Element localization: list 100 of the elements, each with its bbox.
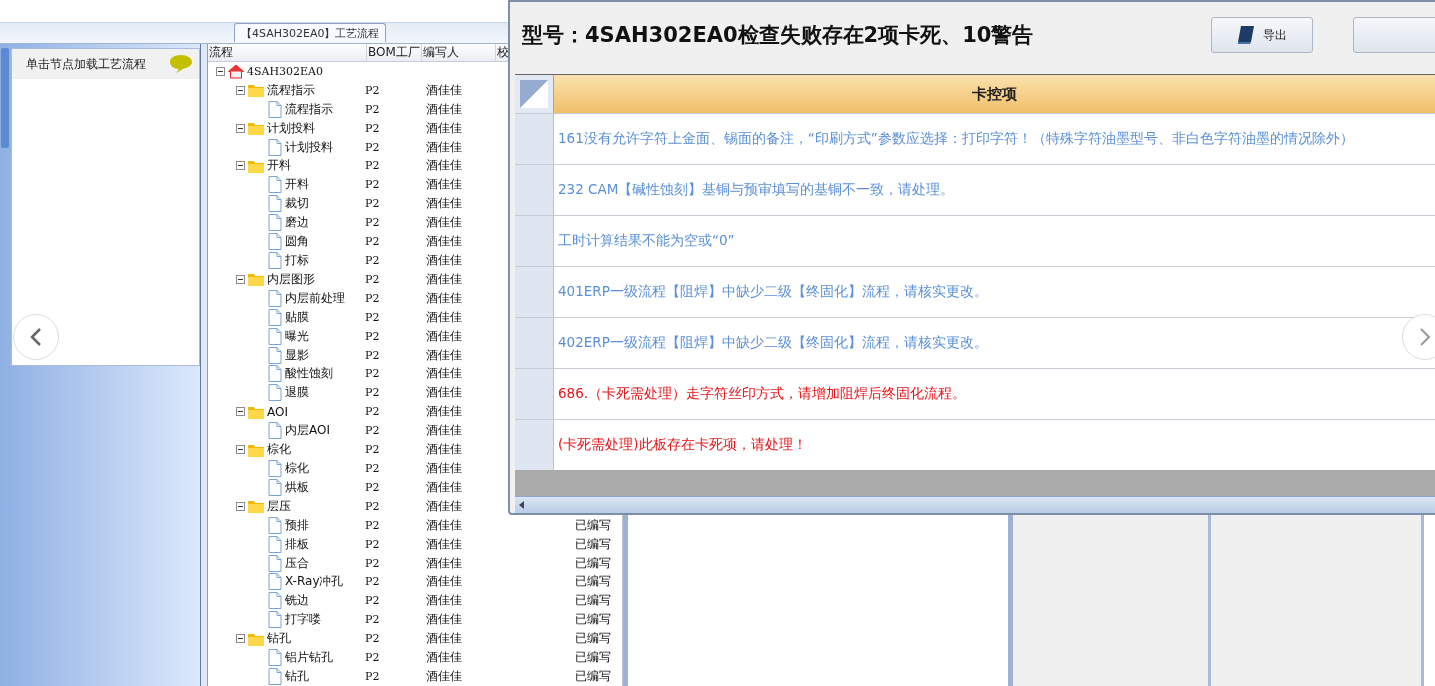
tree-node-label[interactable]: 烘板	[285, 478, 309, 496]
collapse-icon[interactable]	[236, 407, 245, 417]
bom-plant-cell: P2	[365, 159, 380, 173]
collapse-icon[interactable]	[236, 123, 245, 133]
status-cell: 已编写	[575, 516, 611, 534]
tree-node-label[interactable]: 贴膜	[285, 308, 309, 326]
row-header[interactable]	[515, 318, 554, 368]
select-all-corner-icon[interactable]	[519, 79, 549, 109]
bom-plant-cell: P2	[365, 235, 380, 249]
bom-plant-cell: P2	[365, 499, 380, 513]
bom-plant-cell: P2	[365, 254, 380, 267]
document-icon	[268, 478, 282, 496]
document-icon	[268, 649, 282, 667]
bom-plant-cell: P2	[365, 462, 380, 475]
toolbar-button[interactable]	[1353, 17, 1435, 53]
tree-node-label[interactable]: AOI	[267, 404, 288, 419]
author-cell: 酒佳佳	[426, 403, 462, 421]
author-cell: 酒佳佳	[426, 270, 462, 288]
folder-icon	[248, 404, 264, 419]
document-icon	[268, 308, 282, 326]
tree-node-label[interactable]: 圆角	[285, 233, 309, 251]
collapse-icon[interactable]	[216, 66, 225, 76]
row-header[interactable]	[515, 165, 554, 215]
export-button[interactable]: 导出	[1211, 17, 1314, 53]
tree-node-label[interactable]: 退膜	[285, 384, 309, 402]
author-cell: 酒佳佳	[426, 289, 462, 307]
tree-node-label[interactable]: 显影	[285, 346, 309, 364]
collapse-icon[interactable]	[236, 634, 245, 644]
tree-node-label[interactable]: 内层前处理	[285, 289, 345, 307]
folder-icon	[248, 442, 264, 457]
tree-node-label[interactable]: 4SAH302EA0	[247, 64, 324, 78]
tree-node-label[interactable]: 计划投料	[285, 138, 333, 156]
tree-node-label[interactable]: 流程指示	[267, 81, 315, 99]
document-icon	[268, 592, 282, 610]
status-cell: 已编写	[575, 667, 611, 685]
bom-plant-cell: P2	[365, 405, 380, 419]
side-panel-title: 单击节点加载工艺流程	[25, 55, 146, 73]
tree-node-label[interactable]: 排板	[285, 535, 309, 553]
folder-icon	[248, 83, 264, 98]
tree-node-label[interactable]: 流程指示	[285, 100, 333, 118]
tree-node-label[interactable]: 棕化	[267, 441, 291, 459]
author-cell: 酒佳佳	[426, 252, 462, 269]
row-header[interactable]	[515, 369, 554, 419]
check-item-cell: 232 CAM【碱性蚀刻】基铜与预审填写的基铜不一致，请处理。	[554, 165, 1435, 215]
splitter[interactable]	[201, 44, 208, 686]
tree-node-label[interactable]: 层压	[267, 497, 291, 515]
tree-node-label[interactable]: 铝片钻孔	[285, 649, 333, 667]
tree-node-label[interactable]: 开料	[285, 176, 309, 194]
tree-node-label[interactable]: 预排	[285, 516, 309, 534]
tree-node-label[interactable]: 内层图形	[267, 270, 315, 288]
bom-plant-cell: P2	[365, 594, 380, 608]
column-header[interactable]: 卡控项	[554, 75, 1435, 113]
tree-node-label[interactable]: 钻孔	[267, 630, 291, 648]
tree-node-label[interactable]: 铣边	[285, 592, 309, 610]
bom-plant-cell: P2	[365, 632, 380, 646]
author-cell: 酒佳佳	[426, 649, 462, 667]
tree-node-label[interactable]: 裁切	[285, 195, 309, 213]
bom-plant-cell: P2	[365, 348, 380, 362]
bom-plant-cell: P2	[365, 329, 380, 343]
bom-plant-cell: P2	[365, 669, 380, 683]
author-cell: 酒佳佳	[426, 516, 462, 534]
collapse-icon[interactable]	[236, 161, 245, 171]
document-icon	[268, 535, 282, 553]
collapse-icon[interactable]	[236, 501, 245, 511]
author-cell: 酒佳佳	[426, 119, 462, 137]
tree-node-label[interactable]: 内层AOI	[285, 422, 330, 440]
row-header[interactable]	[515, 420, 554, 470]
author-cell: 酒佳佳	[426, 233, 462, 251]
collapse-icon[interactable]	[236, 85, 245, 95]
dialog-title: 型号：4SAH302EA0检查失败存在2项卡死、10警告	[522, 22, 1034, 49]
tree-node-label[interactable]: 压合	[285, 554, 309, 572]
tree-node-label[interactable]: 开料	[267, 157, 291, 175]
tree-node-label[interactable]: 打标	[285, 252, 309, 269]
tree-node-label[interactable]: 计划投料	[267, 119, 315, 137]
row-header[interactable]	[515, 114, 554, 164]
column-header[interactable]: 流程	[208, 44, 367, 61]
tree-node-label[interactable]: 钻孔	[285, 667, 309, 685]
author-cell: 酒佳佳	[426, 346, 462, 364]
tree-node-label[interactable]: 曝光	[285, 327, 309, 345]
status-cell: 已编写	[575, 535, 611, 553]
author-cell: 酒佳佳	[426, 365, 462, 383]
column-header[interactable]: 编写人	[422, 44, 496, 61]
tree-node-label[interactable]: 磨边	[285, 214, 309, 232]
author-cell: 酒佳佳	[426, 176, 462, 194]
tree-node-label[interactable]: X-Ray冲孔	[285, 573, 344, 591]
tree-node-label[interactable]: 打字喽	[285, 611, 321, 629]
document-icon	[268, 346, 282, 364]
document-icon	[268, 327, 282, 345]
horizontal-scrollbar[interactable]	[515, 496, 1435, 513]
column-header[interactable]: BOM工厂	[367, 44, 422, 61]
tree-node-label[interactable]: 棕化	[285, 460, 309, 477]
collapse-icon[interactable]	[236, 274, 245, 284]
tree-node-label[interactable]: 酸性蚀刻	[285, 365, 333, 383]
bom-plant-cell: P2	[365, 424, 380, 438]
row-header[interactable]	[515, 267, 554, 317]
row-header[interactable]	[515, 216, 554, 266]
check-item-cell: (卡死需处理)此板存在卡死项，请处理！	[554, 420, 1435, 470]
document-icon	[268, 384, 282, 402]
collapse-icon[interactable]	[236, 445, 245, 455]
process-tab[interactable]: 【4SAH302EA0】工艺流程	[234, 23, 387, 42]
